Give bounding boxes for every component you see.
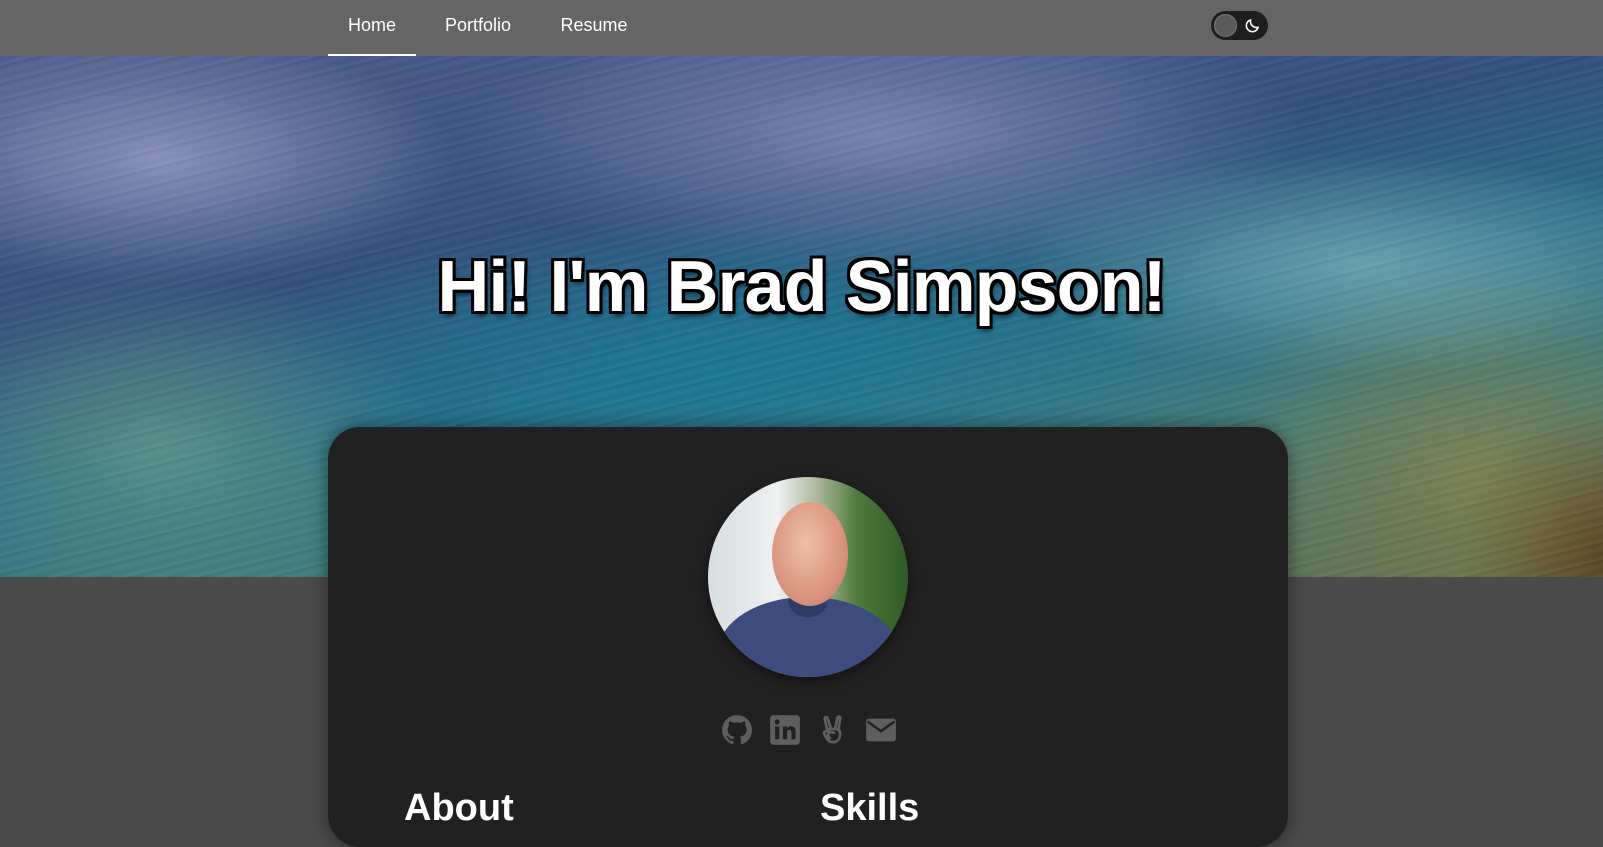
theme-toggle[interactable]	[1211, 11, 1268, 40]
nav-portfolio-link[interactable]: Portfolio	[432, 0, 524, 56]
avatar	[708, 477, 908, 677]
hero-title: Hi! I'm Brad Simpson!	[437, 247, 1166, 327]
github-icon[interactable]	[720, 713, 754, 747]
profile-card: About Skills	[328, 427, 1288, 847]
nav-resume-link[interactable]: Resume	[554, 0, 634, 56]
toggle-knob	[1214, 14, 1237, 37]
angellist-icon[interactable]	[816, 713, 850, 747]
nav-home-link[interactable]: Home	[328, 0, 416, 56]
top-navbar: Home Portfolio Resume	[0, 0, 1603, 56]
envelope-icon[interactable]	[864, 713, 898, 747]
avatar-head	[772, 502, 848, 606]
moon-icon	[1245, 19, 1259, 33]
about-heading: About	[404, 787, 514, 829]
skills-heading: Skills	[820, 787, 920, 829]
social-links	[720, 713, 920, 749]
linkedin-icon[interactable]	[768, 713, 802, 747]
